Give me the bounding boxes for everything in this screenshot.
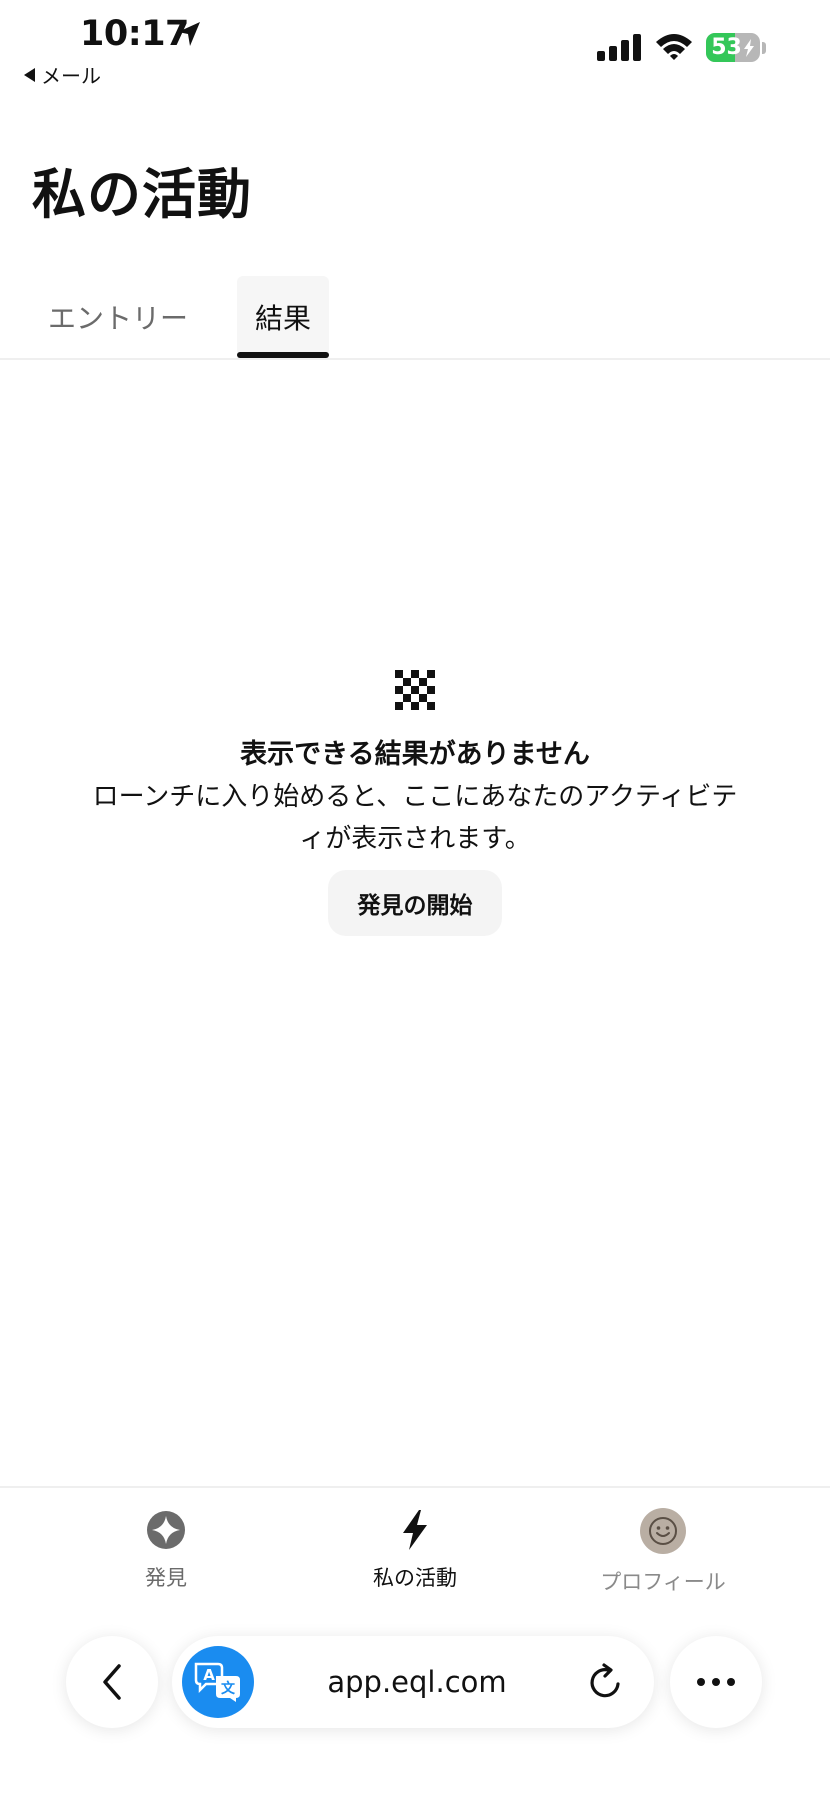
tab-results[interactable]: 結果 [237,276,329,358]
sparkle-icon [147,1511,185,1549]
nav-item-my-activity[interactable]: 私の活動 [315,1488,515,1608]
nav-item-profile[interactable]: プロフィール [563,1488,763,1608]
status-time: 10:17 [80,14,189,54]
nav-label-my-activity: 私の活動 [373,1566,457,1590]
location-arrow-icon [178,22,200,46]
back-to-app-link[interactable]: メール [24,60,101,89]
svg-text:A: A [203,1666,215,1684]
more-options-button[interactable] [670,1636,762,1728]
cellular-signal-icon [597,34,641,61]
reload-button[interactable] [582,1658,630,1706]
avatar [640,1508,686,1554]
chevron-left-icon [103,1664,121,1700]
tab-entries[interactable]: エントリー [30,276,206,358]
browser-back-button[interactable] [66,1636,158,1728]
eql-logo-icon [395,670,435,710]
page-title: 私の活動 [32,163,252,226]
translate-icon: A 文 [194,1662,240,1702]
battery-nub [762,42,766,54]
nav-item-discover[interactable]: 発見 [66,1488,266,1608]
url-text[interactable]: app.eql.com [267,1636,567,1728]
nav-label-profile: プロフィール [600,1570,726,1594]
battery-indicator: 53 [706,33,760,62]
back-app-label: メール [41,64,101,88]
charging-bolt-icon [743,38,754,57]
smiley-avatar-icon [649,1517,677,1545]
lightning-bolt-icon [403,1510,427,1550]
tab-bar: エントリー 結果 [0,276,830,360]
tab-selected-indicator [237,352,329,358]
start-discovery-button[interactable]: 発見の開始 [328,870,502,936]
wifi-icon [656,34,692,60]
back-triangle-icon [24,67,35,82]
battery-percent: 53 [711,35,742,60]
address-bar[interactable]: A 文 app.eql.com [172,1636,654,1728]
empty-state-description: ローンチに入り始めると、ここにあなたのアクティビティが表示されます。 [92,782,738,854]
empty-state-title: 表示できる結果がありません [240,739,590,770]
bottom-nav: 発見 私の活動 プロフィール [0,1486,830,1618]
translate-button[interactable]: A 文 [182,1646,254,1718]
nav-label-discover: 発見 [145,1566,187,1590]
reload-icon [590,1663,620,1698]
more-dots-icon [697,1678,735,1686]
svg-text:文: 文 [221,1680,236,1697]
